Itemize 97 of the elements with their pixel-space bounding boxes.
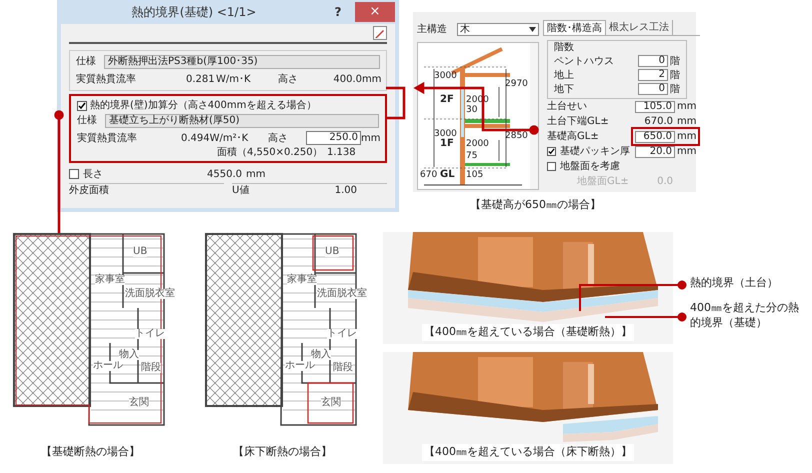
- room-label: トイレ: [135, 329, 165, 339]
- checkbox[interactable]: [547, 162, 556, 171]
- checkbox[interactable]: [547, 147, 556, 156]
- number-input[interactable]: 20.0: [635, 146, 675, 158]
- spec-field[interactable]: 外断熱押出法PS3種b(厚100･35): [104, 54, 380, 68]
- dropdown-caret-icon: [529, 26, 536, 32]
- unit-text: 階: [670, 54, 680, 68]
- room-label: 階段: [333, 363, 353, 373]
- group-title: 階数: [554, 41, 575, 54]
- spec-field[interactable]: 基礎立ち上がり断熱材(厚50): [105, 114, 379, 128]
- group-title: 外皮面積: [69, 184, 109, 198]
- dimension-label: 2F: [440, 95, 454, 105]
- dimension-label: 105: [466, 170, 484, 180]
- caption: 【400㎜を超えている場合（基礎断熱）】: [422, 324, 634, 340]
- field-label: 仕様: [77, 114, 98, 128]
- number-input[interactable]: 2: [638, 69, 668, 81]
- value-text: 400.0: [332, 72, 362, 86]
- room-label: 玄関: [321, 398, 341, 408]
- room-label: ホール: [93, 361, 123, 371]
- field-label: 地上: [554, 68, 575, 82]
- value-text: 670.0: [643, 115, 674, 129]
- field-label: 面積（4,550×0.250）: [217, 146, 324, 160]
- room-label: 家事室: [95, 275, 125, 285]
- room-label: 洗面脱衣室: [317, 289, 367, 299]
- field-label: 実質熱貫流率: [77, 132, 138, 146]
- field-label: 高さ: [268, 132, 290, 146]
- number-input[interactable]: 105.0: [635, 100, 675, 112]
- value-text: 0.281: [186, 72, 216, 86]
- unit-text: mm: [677, 100, 696, 114]
- number-input[interactable]: 0: [638, 55, 668, 67]
- group-title: U値: [232, 184, 250, 198]
- room-label: 物入: [311, 350, 331, 360]
- room-label: 洗面脱衣室: [125, 289, 175, 299]
- dimension-label: 1F: [440, 139, 454, 149]
- checkbox[interactable]: [77, 100, 87, 110]
- value-text: 1.00: [334, 184, 357, 198]
- unit-text: W/m･K: [216, 72, 252, 86]
- close-button[interactable]: ×: [355, 2, 395, 22]
- dimension-label: 3000: [434, 129, 457, 139]
- unit-text: mm: [362, 72, 380, 86]
- room-label: ホール: [285, 361, 315, 371]
- field-label: 主構造: [417, 22, 447, 36]
- room-label: UB: [325, 247, 340, 257]
- field-label: 土台下端GL±: [547, 114, 610, 129]
- room-label: 家事室: [287, 275, 317, 285]
- dimension-label: 670: [420, 170, 438, 180]
- caption: 【基礎断熱の場合】: [41, 444, 140, 460]
- dimension-label: GL: [440, 170, 455, 180]
- unit-text: 階: [670, 68, 680, 82]
- field-label: 地盤面GL±: [576, 174, 630, 189]
- field-label: ペントハウス: [554, 54, 615, 68]
- room-label: UB: [133, 247, 148, 257]
- checkbox-label: 熱的境界(壁)加算分（高さ400mmを超える場合）: [90, 98, 316, 113]
- field-label: 実質熱貫流率: [76, 72, 137, 86]
- value-text: 0.0: [656, 175, 674, 189]
- caption: 【床下断熱の場合】: [233, 444, 332, 460]
- checkbox[interactable]: [69, 169, 79, 179]
- checkbox-label: 地盤面を考慮: [560, 160, 621, 174]
- structure-dropdown[interactable]: 木: [457, 22, 539, 36]
- number-input[interactable]: 0: [638, 83, 668, 95]
- field-label: 地下: [554, 82, 575, 96]
- callout-label: 400㎜を超えた分の熱的境界（基礎）: [690, 300, 800, 330]
- pen-icon[interactable]: [373, 26, 387, 40]
- unit-text: mm: [677, 115, 696, 129]
- room-label: 玄関: [129, 398, 149, 408]
- value-text: 1.138: [327, 146, 356, 160]
- unit-text: mm: [361, 132, 380, 146]
- value-text: 0.494: [180, 132, 210, 146]
- checkbox-label: 長さ: [83, 168, 104, 182]
- room-label: 物入: [119, 350, 139, 360]
- room-label: 階段: [141, 363, 161, 373]
- height-input[interactable]: 250.0: [306, 131, 362, 145]
- caption: 【400㎜を超えている場合（床下断熱）】: [422, 444, 634, 460]
- field-label: 基礎高GL±: [547, 130, 600, 144]
- field-label: 土台せい: [547, 100, 588, 114]
- checkbox-label: 基礎パッキン厚: [560, 144, 631, 159]
- room-label: トイレ: [327, 329, 357, 339]
- tab[interactable]: 階数･構造高: [543, 20, 606, 35]
- unit-text: 階: [670, 82, 680, 96]
- scrollbar[interactable]: [530, 43, 538, 189]
- unit-text: mm: [246, 168, 266, 182]
- unit-text: mm: [677, 130, 696, 144]
- unit-text: mm: [677, 145, 696, 159]
- number-input[interactable]: 650.0: [635, 130, 675, 142]
- dimension-label: 30: [466, 105, 478, 115]
- window-title: 熱的境界(基礎) <1/1>: [130, 4, 258, 21]
- dimension-label: 3000: [434, 71, 457, 81]
- field-label: 高さ: [278, 72, 299, 86]
- dimension-label: 2000: [466, 139, 489, 149]
- help-button[interactable]: ?: [327, 2, 349, 22]
- unit-text: W/m²･K: [210, 132, 250, 146]
- caption: 【基礎高が650㎜の場合】: [470, 197, 601, 213]
- tab[interactable]: 根太レス工法: [606, 20, 673, 35]
- dimension-label: 75: [466, 151, 478, 161]
- field-label: 仕様: [76, 54, 97, 69]
- value-text: 4550.0: [207, 168, 242, 182]
- callout-label: 熱的境界（土台）: [690, 275, 779, 290]
